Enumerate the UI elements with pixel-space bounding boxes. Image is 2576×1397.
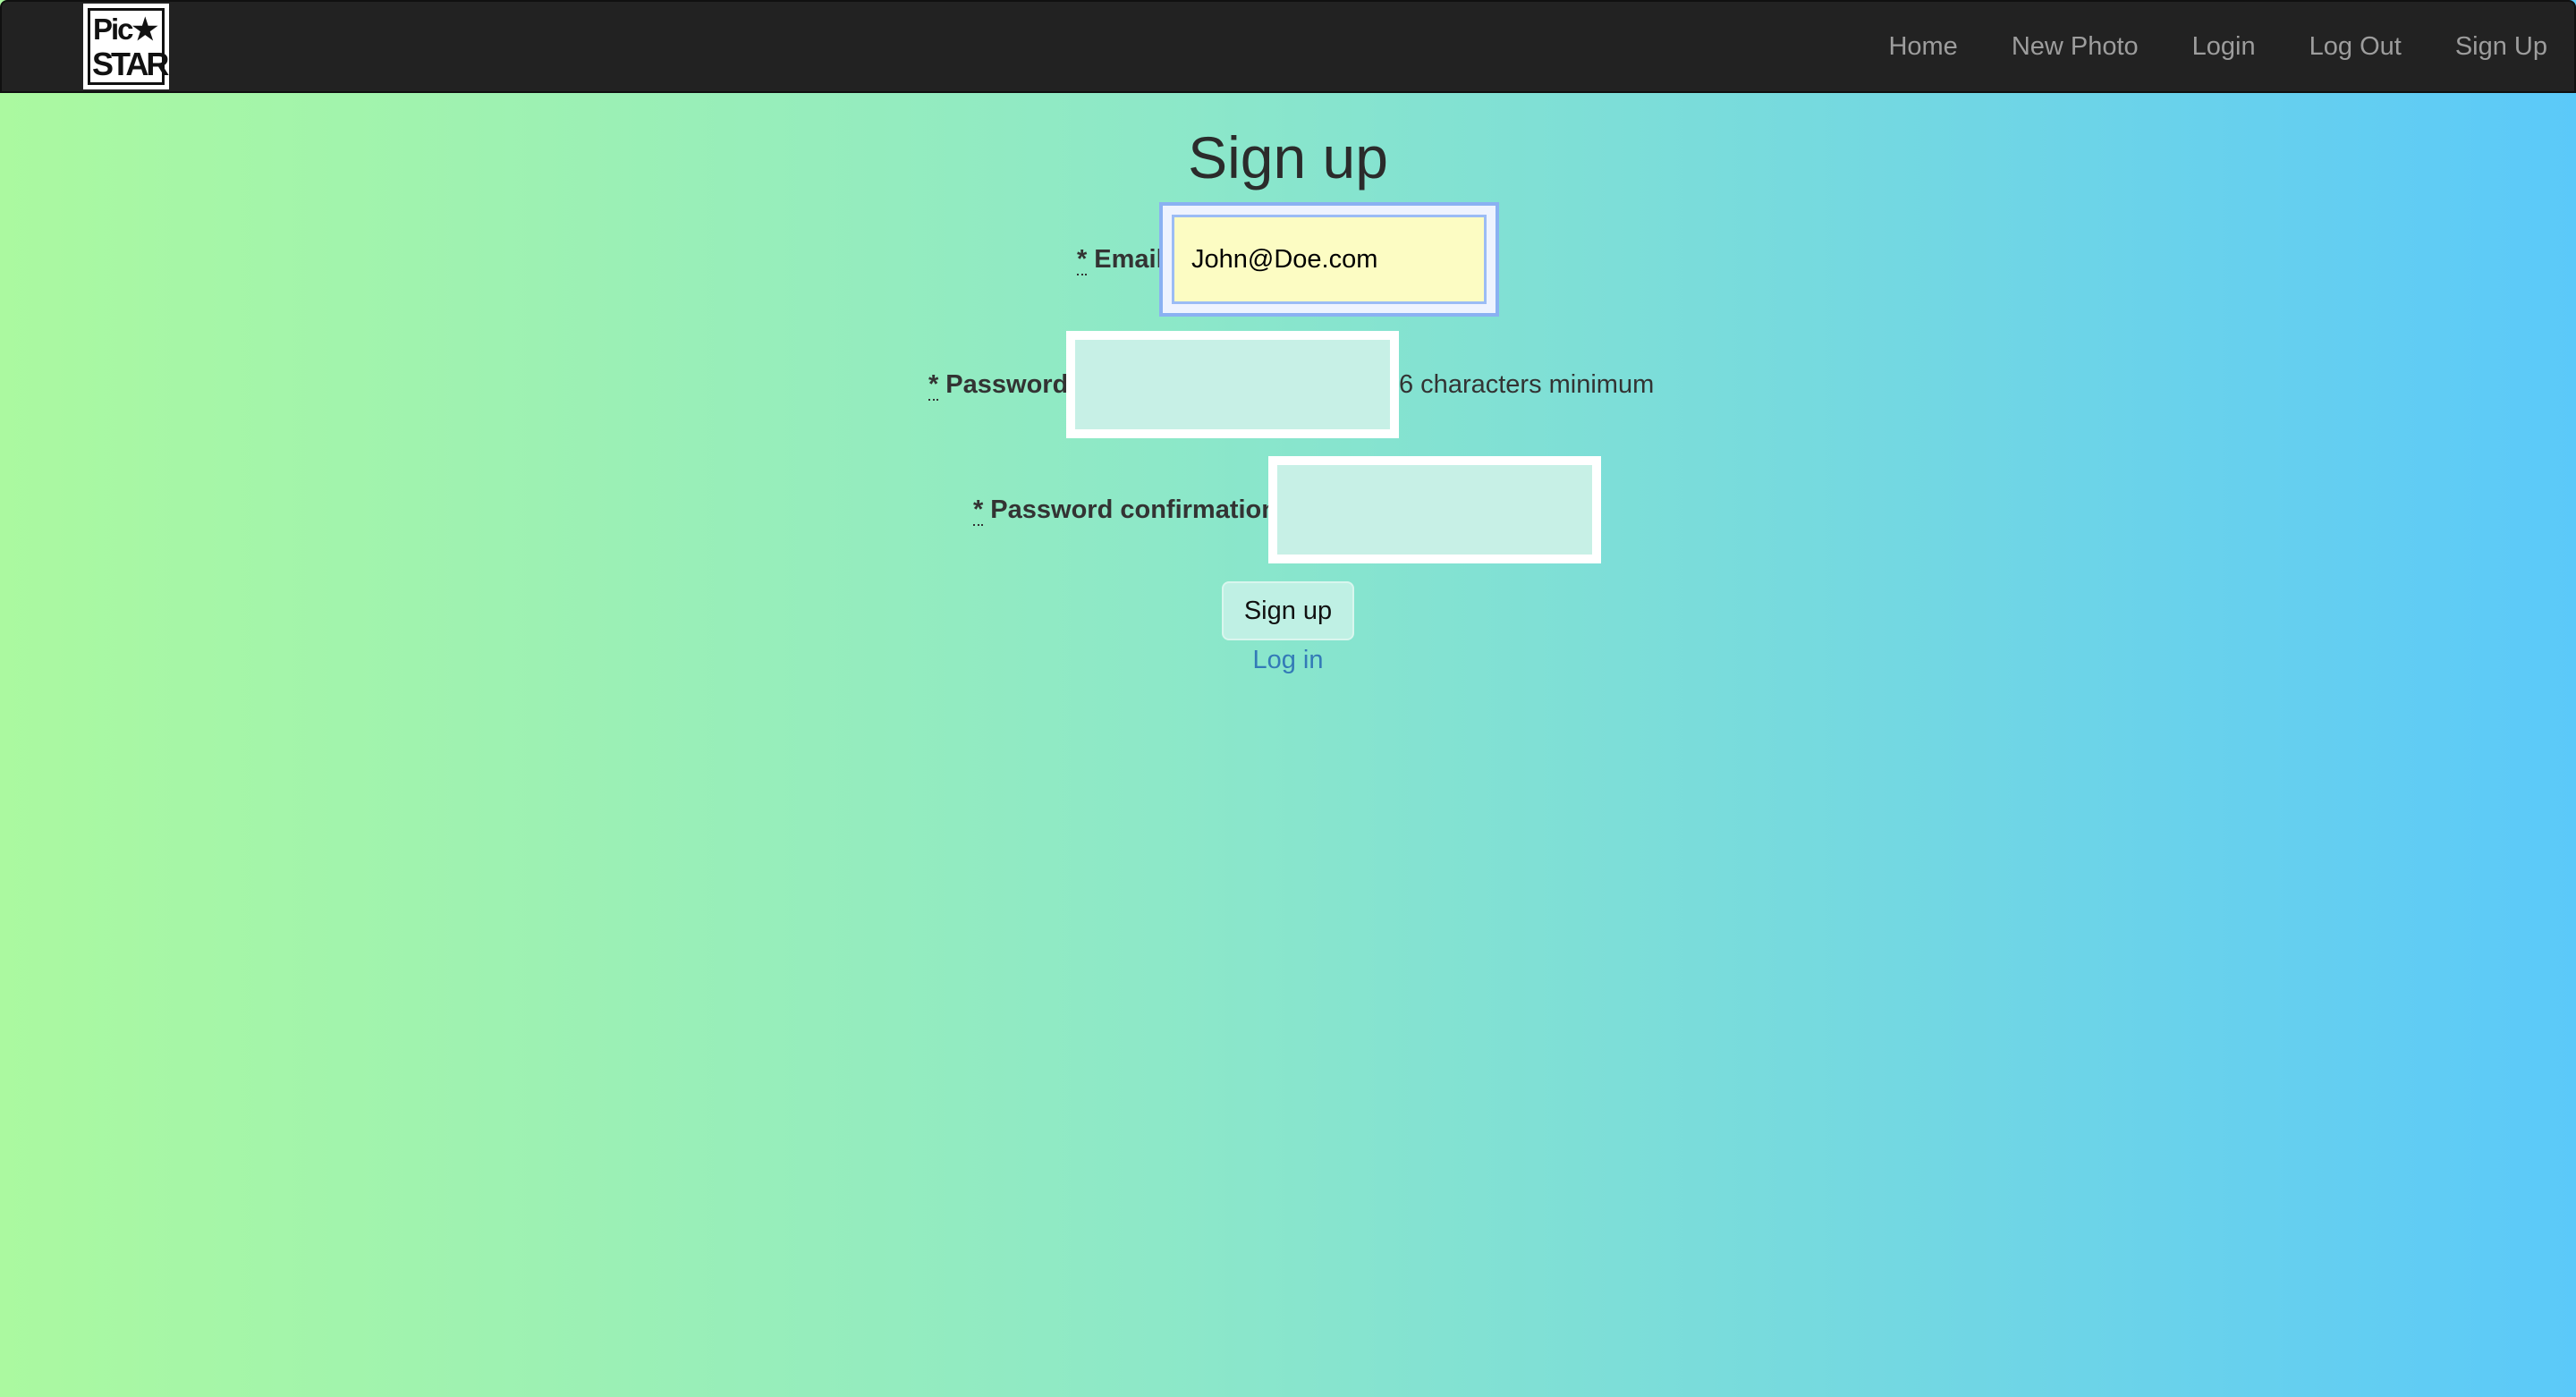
required-marker: * (928, 370, 939, 401)
password-confirmation-label: * Password confirmation (973, 492, 1277, 528)
nav-new-photo[interactable]: New Photo (2012, 32, 2139, 62)
password-hint: 6 characters minimum (1399, 370, 1655, 399)
logo-text-top: Pic★ (93, 13, 158, 46)
logo-text-bottom: STAR (92, 46, 169, 82)
nav-home[interactable]: Home (1888, 32, 1957, 62)
sign-up-button[interactable]: Sign up (1222, 581, 1354, 640)
nav-login[interactable]: Login (2192, 32, 2256, 62)
logo-frame: Pic★ STAR (88, 8, 169, 85)
required-marker: * (973, 495, 984, 526)
page-title: Sign up (1188, 124, 1388, 190)
email-label-text: Email (1094, 245, 1164, 274)
email-label: * Email (1077, 241, 1164, 277)
password-confirmation-field[interactable] (1268, 456, 1601, 563)
top-navbar: Pic★ STAR Home New Photo Login Log Out S… (0, 0, 2576, 93)
log-in-link[interactable]: Log in (1252, 646, 1323, 674)
nav-sign-up[interactable]: Sign Up (2455, 32, 2547, 62)
login-link-row: Log in (0, 642, 2576, 678)
email-field[interactable] (1163, 206, 1496, 313)
password-field[interactable] (1066, 331, 1399, 438)
password-label-text: Password (945, 370, 1069, 399)
password-confirmation-label-text: Password confirmation (990, 495, 1277, 524)
required-marker: * (1077, 245, 1088, 275)
nav-links: Home New Photo Login Log Out Sign Up (1835, 2, 2547, 91)
nav-log-out[interactable]: Log Out (2309, 32, 2402, 62)
password-label: * Password (928, 367, 1068, 402)
picstar-logo[interactable]: Pic★ STAR (83, 4, 169, 89)
